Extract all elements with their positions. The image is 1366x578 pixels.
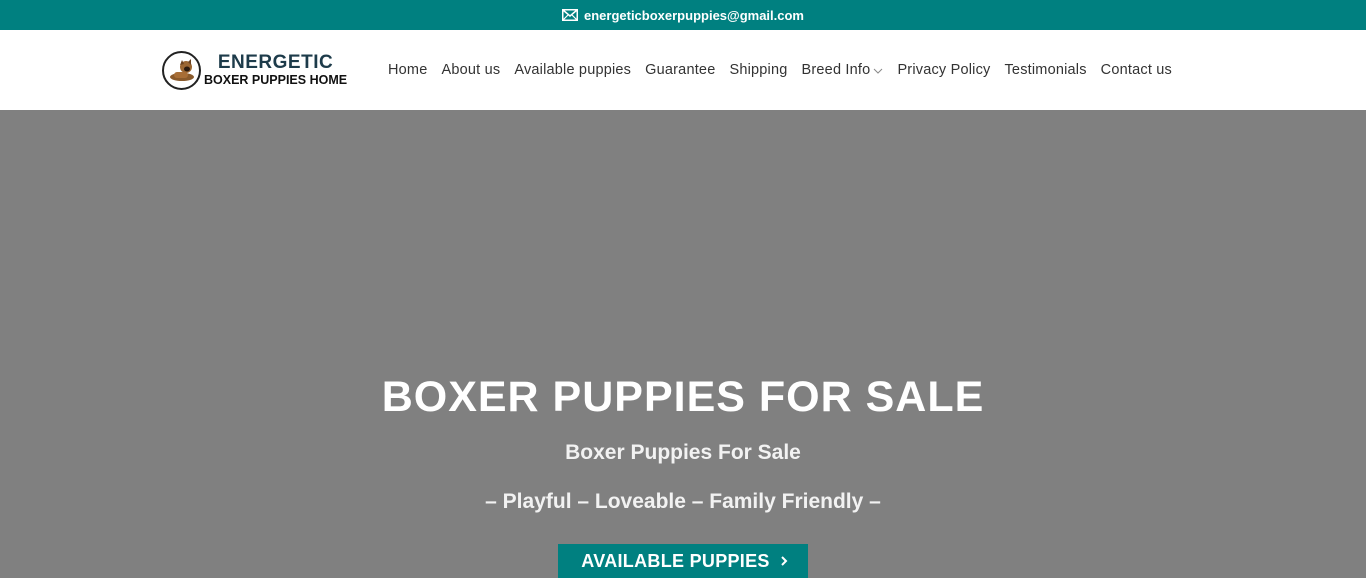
nav-available-puppies[interactable]: Available puppies [514, 62, 631, 78]
site-header: ENERGETIC BOXER PUPPIES HOME Home About … [0, 30, 1366, 110]
hero-banner: BOXER PUPPIES FOR SALE Boxer Puppies For… [0, 110, 1366, 578]
nav-shipping-label: Shipping [729, 62, 788, 78]
logo-subtitle: BOXER PUPPIES HOME [204, 73, 348, 88]
contact-email-link[interactable]: energeticboxerpuppies@gmail.com [584, 8, 804, 23]
nav-breed-info[interactable]: Breed Info [802, 62, 884, 78]
nav-breed-info-label: Breed Info [801, 62, 871, 78]
available-puppies-button-label: AVAILABLE PUPPIES [581, 550, 770, 571]
nav-about-us[interactable]: About us [441, 62, 500, 78]
logo-text: ENERGETIC BOXER PUPPIES HOME [204, 53, 347, 87]
logo-title: ENERGETIC [217, 52, 334, 74]
hero-tagline: – Playful – Loveable – Family Friendly – [485, 490, 881, 513]
nav-guarantee[interactable]: Guarantee [645, 62, 715, 78]
nav-privacy-policy[interactable]: Privacy Policy [897, 62, 990, 78]
chevron-right-icon [780, 551, 788, 572]
hero-subtitle: Boxer Puppies For Sale [565, 441, 801, 464]
nav-guarantee-label: Guarantee [645, 62, 716, 78]
nav-about-us-label: About us [441, 62, 501, 78]
mail-icon [561, 9, 578, 21]
chevron-down-icon [873, 62, 883, 78]
nav-home[interactable]: Home [388, 62, 427, 78]
site-logo[interactable]: ENERGETIC BOXER PUPPIES HOME [162, 50, 388, 90]
nav-testimonials-label: Testimonials [1004, 62, 1087, 78]
nav-shipping[interactable]: Shipping [729, 62, 787, 78]
dog-logo-icon [162, 50, 201, 90]
nav-testimonials[interactable]: Testimonials [1004, 62, 1086, 78]
nav-privacy-policy-label: Privacy Policy [897, 62, 991, 78]
main-nav: Home About us Available puppies Guarante… [388, 62, 1172, 78]
nav-home-label: Home [388, 62, 428, 78]
nav-contact-us[interactable]: Contact us [1101, 62, 1172, 78]
nav-contact-us-label: Contact us [1100, 62, 1172, 78]
available-puppies-button[interactable]: AVAILABLE PUPPIES [558, 544, 808, 578]
top-contact-bar: energeticboxerpuppies@gmail.com [0, 0, 1366, 30]
nav-available-puppies-label: Available puppies [514, 62, 632, 78]
hero-title: BOXER PUPPIES FOR SALE [381, 373, 985, 421]
